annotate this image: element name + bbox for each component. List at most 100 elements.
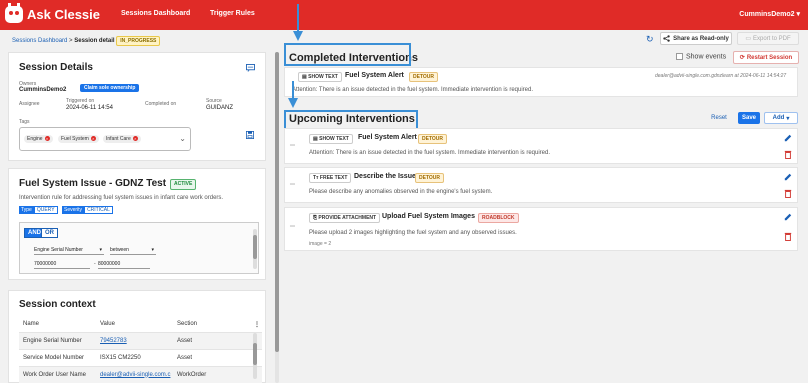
restart-session-button[interactable]: ⟳ Restart Session	[733, 51, 799, 64]
triggered-value: 2024-06-11 14:54	[66, 105, 113, 111]
table-row: Service Model Number ISX15 CM2250 Asset	[19, 349, 262, 367]
row-value: dealer@advii-single.com.c	[96, 366, 173, 383]
breadcrumb-sessions-dashboard[interactable]: Sessions Dashboard	[12, 38, 67, 44]
export-pdf-label: Export to PDF	[752, 35, 791, 42]
roadblock-badge: ROADBLOCK	[478, 213, 519, 223]
tag-infant-care-label: Infant Care	[106, 136, 131, 142]
tags-select[interactable]: Engine × Fuel System × Infant Care × ⌄	[19, 127, 191, 151]
remove-tag-icon[interactable]: ×	[90, 136, 96, 141]
save-button[interactable]: Save	[738, 112, 760, 124]
breadcrumb: Sessions Dashboard > Session detail IN_P…	[12, 36, 161, 46]
chevron-down-icon: ▾	[796, 11, 800, 18]
condition-field-value: Engine Serial Number	[34, 247, 83, 253]
tag-engine: Engine ×	[24, 135, 53, 143]
intervention-type-chip: ▤ SHOW TEXT	[309, 134, 353, 144]
condition-to-input[interactable]: 80000000	[98, 259, 150, 269]
row-value: ISX15 CM2250	[96, 349, 173, 367]
breadcrumb-separator: >	[69, 38, 73, 44]
nav-trigger-rules[interactable]: Trigger Rules	[210, 10, 255, 17]
condition-from-input[interactable]: 70000000	[34, 259, 90, 269]
pdf-icon: ▭	[745, 36, 751, 42]
delete-icon[interactable]	[784, 189, 792, 198]
robot-logo-icon	[5, 3, 23, 23]
intervention-description: Attention: There is an issue detected in…	[292, 87, 534, 93]
detour-badge: DETOUR	[409, 72, 439, 82]
condition-to-value: 80000000	[98, 261, 121, 267]
comment-icon[interactable]	[246, 64, 255, 72]
nav-sessions-dashboard[interactable]: Sessions Dashboard	[121, 10, 190, 17]
drag-handle-icon[interactable]: ═	[290, 181, 295, 188]
intervention-description: Attention: There is an issue detected in…	[309, 150, 551, 156]
source-label: Source	[206, 98, 222, 104]
rule-severity-chip: Severity CRITICAL	[62, 206, 113, 214]
intervention-description: Please describe any anomalies observed i…	[309, 189, 493, 195]
context-scrollbar[interactable]	[253, 333, 257, 379]
intervention-title: Upload Fuel System Images	[382, 213, 475, 220]
condition-from-value: 70000000	[34, 261, 57, 267]
row-section: Asset	[173, 332, 250, 350]
severity-value: CRITICAL	[84, 206, 113, 214]
severity-label: Severity	[62, 206, 85, 214]
intervention-description: Please upload 2 images highlighting the …	[309, 230, 517, 236]
tag-fuel-system: Fuel System ×	[58, 135, 99, 143]
condition-field-select[interactable]: Engine Serial Number ▾	[34, 245, 104, 255]
row-section: Asset	[173, 349, 250, 367]
delete-icon[interactable]	[784, 150, 792, 159]
edit-icon[interactable]	[784, 173, 792, 181]
intervention-type-chip: ▤ SHOW TEXT	[298, 72, 342, 82]
row-name: Engine Serial Number	[19, 332, 96, 350]
rule-scrollbar[interactable]	[253, 229, 257, 269]
claim-ownership-button[interactable]: Claim sole ownership	[80, 84, 140, 92]
column-name-header: Name	[19, 317, 96, 333]
row-name: Work Order User Name	[19, 366, 96, 383]
intervention-type-label: SHOW TEXT	[308, 74, 338, 80]
row-value-link[interactable]: dealer@advii-single.com.c	[100, 372, 170, 378]
intervention-type-label: FREE TEXT	[319, 175, 348, 181]
column-menu-icon[interactable]: ⋮	[250, 317, 262, 333]
add-label: Add	[772, 115, 785, 121]
remove-tag-icon[interactable]: ×	[44, 136, 50, 141]
reset-button[interactable]: Reset	[706, 112, 732, 124]
annotation-arrow-down	[293, 4, 303, 41]
session-context-table: Name Value Section ⋮ Engine Serial Numbe…	[19, 317, 262, 383]
save-icon[interactable]	[246, 131, 254, 139]
assignee-label: Assignee	[19, 101, 40, 107]
condition-operator-select[interactable]: between ▾	[110, 245, 156, 255]
edit-icon[interactable]	[784, 134, 792, 142]
add-button[interactable]: Add ▾	[764, 112, 798, 124]
refresh-icon[interactable]: ↻	[646, 34, 654, 45]
row-value: 79452783	[96, 332, 173, 350]
or-toggle[interactable]: OR	[41, 228, 58, 238]
intervention-title: Fuel System Alert	[345, 72, 404, 79]
rule-status-badge: ACTIVE	[170, 179, 197, 190]
remove-tag-icon[interactable]: ×	[132, 136, 138, 141]
share-read-only-label: Share as Read-only	[673, 35, 729, 42]
status-badge: IN_PROGRESS	[116, 36, 161, 46]
chevron-down-icon[interactable]: ⌄	[179, 134, 186, 143]
user-menu[interactable]: CumminsDemo2 ▾	[739, 10, 800, 18]
intervention-title: Describe the Issue	[354, 173, 416, 180]
row-value-link[interactable]: 79452783	[100, 338, 127, 344]
tag-fuel-system-label: Fuel System	[61, 136, 89, 142]
intervention-title: Fuel System Alert	[358, 134, 417, 141]
app-brand[interactable]: Ask Clessie	[27, 7, 100, 22]
delete-icon[interactable]	[784, 232, 792, 241]
share-read-only-button[interactable]: Share as Read-only	[660, 32, 732, 45]
table-row: Engine Serial Number 79452783 Asset	[19, 332, 262, 350]
row-section: WorkOrder	[173, 366, 250, 383]
highlight-box	[284, 110, 418, 130]
edit-icon[interactable]	[784, 213, 792, 221]
intervention-meta: image = 2	[309, 241, 332, 247]
annotation-arrow-down	[288, 81, 298, 108]
source-value: GUIDANZ	[206, 105, 233, 111]
show-events-label: Show events	[686, 53, 727, 61]
drag-handle-icon[interactable]: ═	[290, 142, 295, 149]
left-panel-scrollbar[interactable]	[275, 52, 279, 383]
show-events-toggle[interactable]: Show events	[676, 53, 726, 60]
export-pdf-button[interactable]: ▭ Export to PDF	[737, 32, 799, 45]
drag-handle-icon[interactable]: ═	[290, 223, 295, 230]
triggered-label: Triggered on	[66, 98, 95, 104]
table-header-row: Name Value Section ⋮	[19, 317, 262, 333]
restart-session-label: Restart Session	[746, 54, 793, 61]
completion-meta: dealer@advii-single.com.gdnzlearn at 202…	[655, 73, 787, 79]
